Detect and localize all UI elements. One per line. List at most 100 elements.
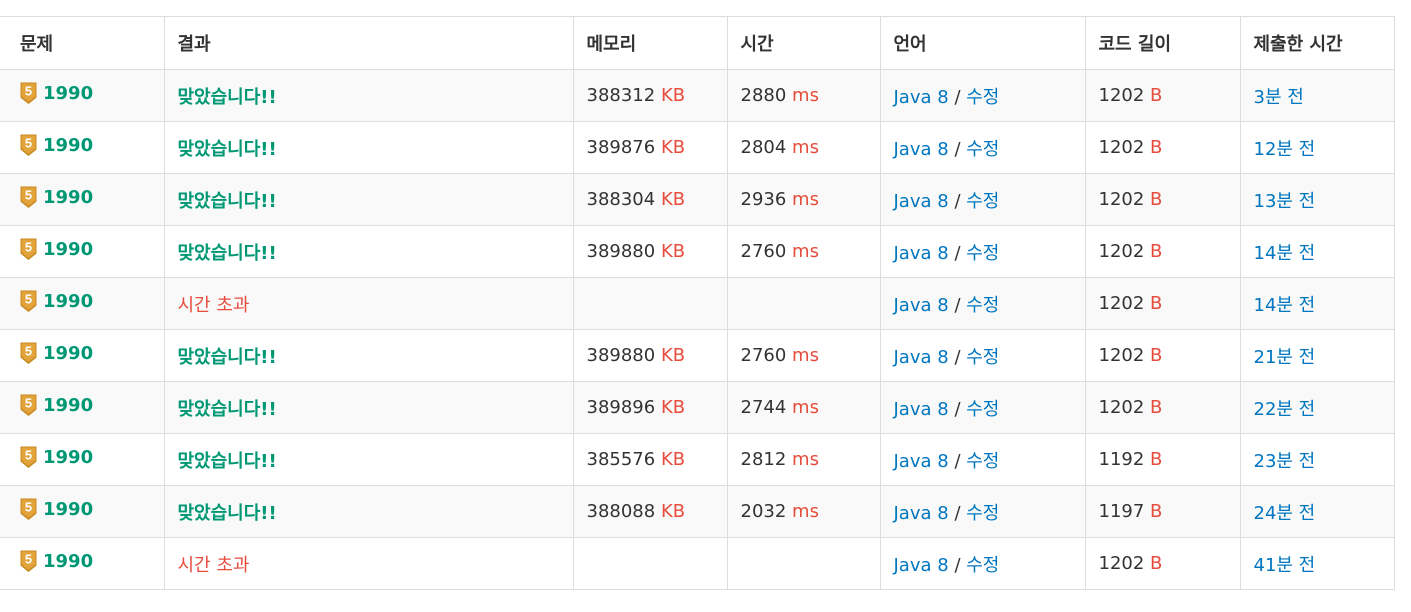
submitted-time-link[interactable]: 24분 전 — [1254, 503, 1316, 524]
cell-submitted: 12분 전 — [1239, 121, 1395, 174]
problem-link[interactable]: 1990 — [43, 135, 93, 156]
cell-result: 맞았습니다!! — [163, 381, 574, 434]
memory-value: 385576 — [586, 449, 656, 470]
submitted-time-link[interactable]: 14분 전 — [1254, 243, 1316, 264]
cell-memory: 389876 KB — [572, 121, 728, 174]
tier-number: 5 — [25, 396, 32, 411]
code-length-unit: B — [1150, 137, 1163, 158]
submitted-time-link[interactable]: 23분 전 — [1254, 451, 1316, 472]
submitted-time-link[interactable]: 41분 전 — [1254, 555, 1316, 576]
tier-number: 5 — [25, 292, 32, 307]
language-separator: / — [954, 346, 961, 368]
cell-result: 맞았습니다!! — [163, 433, 574, 486]
problem-link[interactable]: 1990 — [43, 499, 93, 520]
language-separator: / — [954, 86, 961, 108]
problem-link[interactable]: 1990 — [43, 447, 93, 468]
tier-gold-5-icon[interactable]: 5 — [20, 290, 37, 312]
problem-link[interactable]: 1990 — [43, 187, 93, 208]
table-row: 5 1990 맞았습니다!! 389880 KB 2760 ms Java 8 … — [0, 225, 1395, 278]
header-memory: 메모리 — [572, 16, 728, 70]
code-length-value: 1202 — [1098, 397, 1145, 418]
time-value: 2760 — [740, 241, 787, 262]
time-unit: ms — [792, 501, 819, 522]
tier-gold-5-icon[interactable]: 5 — [20, 238, 37, 260]
language-link[interactable]: Java 8 — [894, 139, 949, 160]
edit-link[interactable]: 수정 — [966, 87, 999, 108]
cell-memory: 389880 KB — [572, 225, 728, 278]
edit-link[interactable]: 수정 — [966, 191, 999, 212]
cell-language: Java 8 / 수정 — [879, 225, 1086, 278]
submitted-time-link[interactable]: 22분 전 — [1254, 399, 1316, 420]
edit-link[interactable]: 수정 — [966, 399, 999, 420]
table-row: 5 1990 시간 초과 Java 8 / 수정 1202 B 14분 전 — [0, 277, 1395, 330]
edit-link[interactable]: 수정 — [966, 295, 999, 316]
edit-link[interactable]: 수정 — [966, 347, 999, 368]
submitted-time-link[interactable]: 21분 전 — [1254, 347, 1316, 368]
submitted-time-link[interactable]: 3분 전 — [1254, 87, 1304, 108]
edit-link[interactable]: 수정 — [966, 503, 999, 524]
code-length-value: 1192 — [1098, 449, 1145, 470]
cell-code-length: 1202 B — [1084, 225, 1241, 278]
cell-problem: 5 1990 — [0, 277, 165, 330]
submitted-time-link[interactable]: 12분 전 — [1254, 139, 1316, 160]
cell-result: 맞았습니다!! — [163, 329, 574, 382]
problem-link[interactable]: 1990 — [43, 551, 93, 572]
language-link[interactable]: Java 8 — [894, 243, 949, 264]
tier-gold-5-icon[interactable]: 5 — [20, 446, 37, 468]
code-length-value: 1202 — [1098, 85, 1145, 106]
tier-gold-5-icon[interactable]: 5 — [20, 82, 37, 104]
cell-time: 2812 ms — [726, 433, 881, 486]
problem-link[interactable]: 1990 — [43, 343, 93, 364]
memory-value: 389896 — [586, 397, 656, 418]
cell-result: 맞았습니다!! — [163, 121, 574, 174]
table-row: 5 1990 맞았습니다!! 388088 KB 2032 ms Java 8 … — [0, 485, 1395, 538]
cell-submitted: 13분 전 — [1239, 173, 1395, 226]
cell-memory — [572, 277, 728, 330]
code-length-unit: B — [1150, 449, 1163, 470]
language-link[interactable]: Java 8 — [894, 399, 949, 420]
language-link[interactable]: Java 8 — [894, 191, 949, 212]
tier-gold-5-icon[interactable]: 5 — [20, 134, 37, 156]
code-length-unit: B — [1150, 85, 1163, 106]
submitted-time-link[interactable]: 14분 전 — [1254, 295, 1316, 316]
tier-gold-5-icon[interactable]: 5 — [20, 550, 37, 572]
tier-gold-5-icon[interactable]: 5 — [20, 186, 37, 208]
cell-result: 맞았습니다!! — [163, 69, 574, 122]
cell-time: 2760 ms — [726, 225, 881, 278]
tier-number: 5 — [25, 84, 32, 99]
problem-link[interactable]: 1990 — [43, 83, 93, 104]
cell-submitted: 14분 전 — [1239, 277, 1395, 330]
code-length-value: 1202 — [1098, 189, 1145, 210]
tier-gold-5-icon[interactable]: 5 — [20, 394, 37, 416]
language-link[interactable]: Java 8 — [894, 555, 949, 576]
language-link[interactable]: Java 8 — [894, 87, 949, 108]
code-length-unit: B — [1150, 397, 1163, 418]
time-unit: ms — [792, 345, 819, 366]
tier-number: 5 — [25, 188, 32, 203]
edit-link[interactable]: 수정 — [966, 139, 999, 160]
problem-link[interactable]: 1990 — [43, 395, 93, 416]
language-link[interactable]: Java 8 — [894, 451, 949, 472]
code-length-value: 1202 — [1098, 137, 1145, 158]
tier-gold-5-icon[interactable]: 5 — [20, 342, 37, 364]
edit-link[interactable]: 수정 — [966, 451, 999, 472]
cell-problem: 5 1990 — [0, 69, 165, 122]
memory-value: 388304 — [586, 189, 656, 210]
cell-memory: 388088 KB — [572, 485, 728, 538]
table-row: 5 1990 맞았습니다!! 389880 KB 2760 ms Java 8 … — [0, 329, 1395, 382]
tier-gold-5-icon[interactable]: 5 — [20, 498, 37, 520]
time-unit: ms — [792, 397, 819, 418]
edit-link[interactable]: 수정 — [966, 243, 999, 264]
cell-language: Java 8 / 수정 — [879, 173, 1086, 226]
cell-language: Java 8 / 수정 — [879, 433, 1086, 486]
language-link[interactable]: Java 8 — [894, 295, 949, 316]
tier-number: 5 — [25, 552, 32, 567]
language-link[interactable]: Java 8 — [894, 503, 949, 524]
edit-link[interactable]: 수정 — [966, 555, 999, 576]
cell-time: 2032 ms — [726, 485, 881, 538]
problem-link[interactable]: 1990 — [43, 239, 93, 260]
cell-language: Java 8 / 수정 — [879, 381, 1086, 434]
submitted-time-link[interactable]: 13분 전 — [1254, 191, 1316, 212]
language-link[interactable]: Java 8 — [894, 347, 949, 368]
problem-link[interactable]: 1990 — [43, 291, 93, 312]
